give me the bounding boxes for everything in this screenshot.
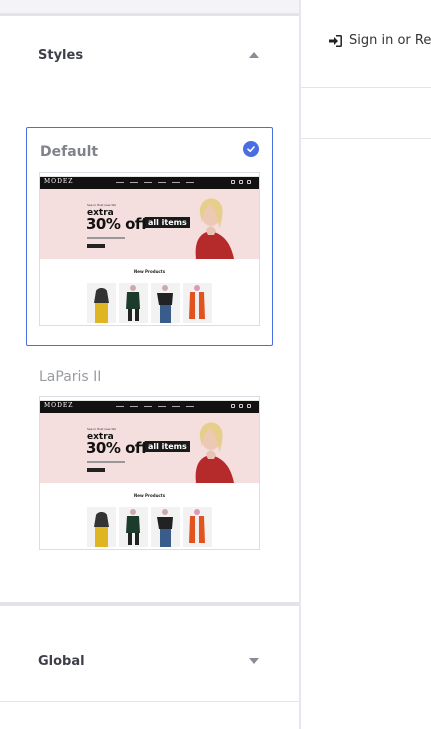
preview-navbar: MODEZ: [40, 401, 259, 413]
preview-logo: MODEZ: [44, 178, 74, 185]
global-section-title: Global: [38, 653, 85, 669]
preview-product: [119, 507, 148, 547]
store-nav-row: [301, 89, 431, 139]
preview-navbar: MODEZ: [40, 177, 259, 189]
preview-product: [151, 283, 180, 323]
preview-logo: MODEZ: [44, 402, 74, 409]
preview-hero-banner: See in that new fall extra 30% off all i…: [40, 189, 259, 259]
style-option-name: Default: [40, 144, 99, 160]
styles-section-title: Styles: [38, 47, 84, 63]
theme-style-panel: Styles Default MODEZ See in that new fal…: [0, 0, 299, 729]
style-option-laparis-ii[interactable]: LaParis II MODEZ See in that new fall ex…: [26, 360, 273, 552]
style-preview-thumbnail: MODEZ See in that new fall extra 30% off…: [39, 172, 260, 326]
preview-product-grid: [87, 283, 212, 323]
style-preview-thumbnail: MODEZ See in that new fall extra 30% off…: [39, 396, 260, 550]
sign-in-icon: [329, 34, 342, 47]
style-option-name: LaParis II: [39, 369, 102, 385]
chevron-down-icon[interactable]: [249, 658, 259, 664]
preview-model-image: [195, 422, 234, 483]
check-circle-icon: [243, 141, 259, 157]
chevron-up-icon[interactable]: [249, 52, 259, 58]
preview-model-image: [195, 198, 234, 259]
app-root: Styles Default MODEZ See in that new fal…: [0, 0, 431, 729]
preview-product: [87, 283, 116, 323]
global-section-header[interactable]: Global: [0, 636, 299, 686]
preview-hero-banner: See in that new fall extra 30% off all i…: [40, 413, 259, 483]
styles-section-header[interactable]: Styles: [0, 30, 299, 80]
preview-product: [87, 507, 116, 547]
preview-product: [183, 507, 212, 547]
signin-link[interactable]: Sign in or Register: [329, 33, 431, 48]
section-divider: [0, 602, 299, 606]
panel-top-strip: [0, 0, 299, 13]
panel-divider: [0, 13, 299, 16]
preview-product-grid: [87, 507, 212, 547]
section-divider: [0, 701, 299, 702]
signin-label: Sign in or Register: [349, 33, 431, 48]
preview-product: [183, 283, 212, 323]
preview-product: [151, 507, 180, 547]
store-header: Sign in or Register: [301, 0, 431, 88]
store-preview: Sign in or Register: [301, 0, 431, 729]
style-option-default[interactable]: Default MODEZ See in that new fall extra…: [26, 127, 273, 346]
preview-product: [119, 283, 148, 323]
